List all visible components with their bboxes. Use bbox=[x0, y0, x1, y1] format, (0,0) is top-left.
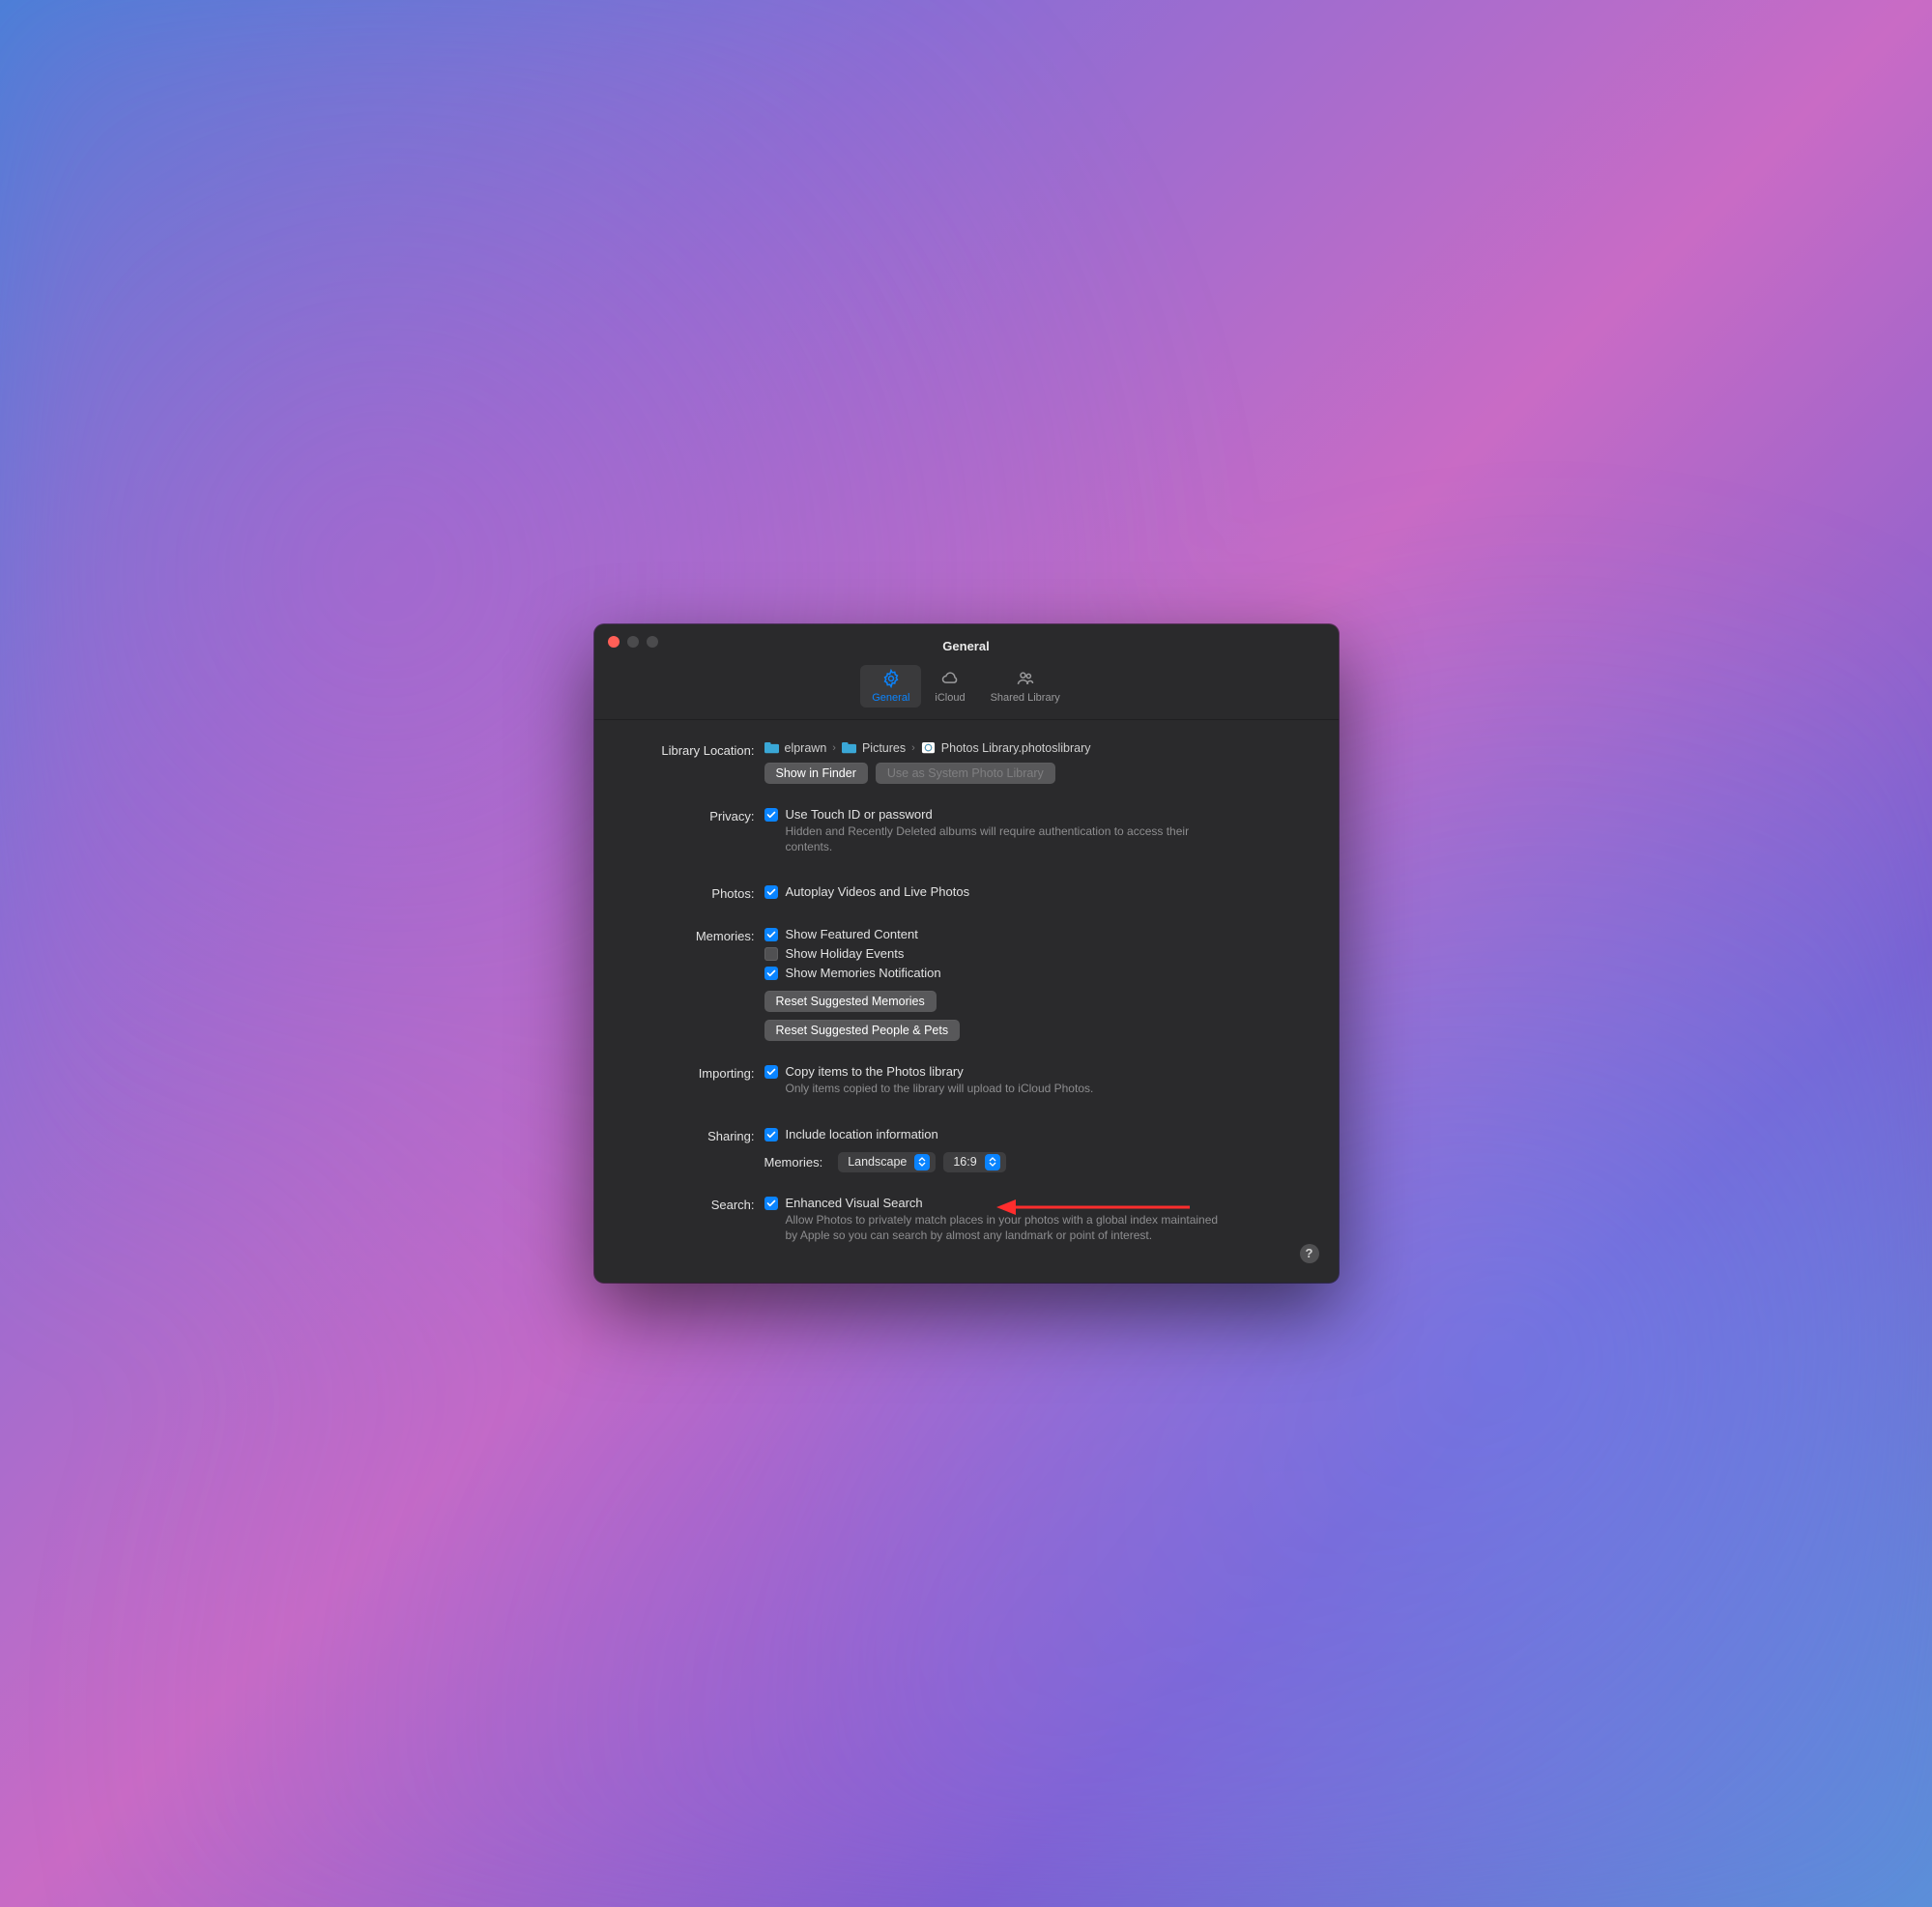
help-button[interactable]: ? bbox=[1300, 1244, 1319, 1263]
crumb-1: Pictures bbox=[862, 741, 906, 755]
holiday-checkbox[interactable] bbox=[764, 947, 778, 961]
holiday-text: Show Holiday Events bbox=[786, 946, 905, 961]
sharing-text: Include location information bbox=[786, 1127, 938, 1141]
people-icon bbox=[1015, 669, 1036, 688]
reset-people-button[interactable]: Reset Suggested People & Pets bbox=[764, 1020, 961, 1041]
notification-text: Show Memories Notification bbox=[786, 966, 941, 980]
show-in-finder-button[interactable]: Show in Finder bbox=[764, 763, 868, 784]
tab-icloud-label: iCloud bbox=[935, 692, 965, 704]
maximize-button[interactable] bbox=[647, 636, 658, 648]
settings-window: General General iCloud Shared Library bbox=[594, 624, 1339, 1283]
tab-general-label: General bbox=[872, 692, 909, 704]
privacy-label: Privacy: bbox=[620, 807, 764, 823]
chevron-right-icon: › bbox=[832, 742, 836, 754]
folder-icon bbox=[842, 742, 856, 755]
orientation-dropdown[interactable]: Landscape bbox=[838, 1152, 936, 1172]
aspect-dropdown[interactable]: 16:9 bbox=[943, 1152, 1005, 1172]
titlebar: General bbox=[594, 624, 1339, 657]
photos-label: Photos: bbox=[620, 884, 764, 901]
importing-desc: Only items copied to the library will up… bbox=[786, 1081, 1094, 1096]
featured-text: Show Featured Content bbox=[786, 927, 918, 941]
importing-label: Importing: bbox=[620, 1064, 764, 1081]
search-text: Enhanced Visual Search bbox=[786, 1196, 1230, 1210]
importing-checkbox[interactable] bbox=[764, 1065, 778, 1079]
minimize-button[interactable] bbox=[627, 636, 639, 648]
autoplay-text: Autoplay Videos and Live Photos bbox=[786, 884, 970, 899]
photos-library-icon bbox=[921, 742, 936, 755]
featured-checkbox[interactable] bbox=[764, 928, 778, 941]
aspect-value: 16:9 bbox=[953, 1155, 976, 1169]
toolbar: General iCloud Shared Library bbox=[594, 657, 1339, 720]
reset-memories-button[interactable]: Reset Suggested Memories bbox=[764, 991, 937, 1012]
search-desc: Allow Photos to privately match places i… bbox=[786, 1212, 1230, 1243]
chevron-updown-icon bbox=[985, 1154, 1000, 1170]
traffic-lights bbox=[608, 636, 658, 648]
tab-shared-library[interactable]: Shared Library bbox=[979, 665, 1072, 708]
gear-icon bbox=[880, 669, 902, 688]
library-location-label: Library Location: bbox=[620, 741, 764, 758]
close-button[interactable] bbox=[608, 636, 620, 648]
search-label: Search: bbox=[620, 1196, 764, 1212]
use-as-system-library-button[interactable]: Use as System Photo Library bbox=[876, 763, 1055, 784]
importing-text: Copy items to the Photos library bbox=[786, 1064, 1094, 1079]
home-folder-icon bbox=[764, 742, 779, 755]
window-title: General bbox=[942, 639, 989, 653]
cloud-icon bbox=[939, 669, 961, 688]
content-area: Library Location: elprawn › Pictures › P… bbox=[594, 720, 1339, 1283]
autoplay-checkbox[interactable] bbox=[764, 885, 778, 899]
orientation-value: Landscape bbox=[848, 1155, 907, 1169]
tab-icloud[interactable]: iCloud bbox=[923, 665, 976, 708]
notification-checkbox[interactable] bbox=[764, 967, 778, 980]
chevron-right-icon: › bbox=[911, 742, 915, 754]
memories-sublabel: Memories: bbox=[764, 1155, 823, 1170]
chevron-updown-icon bbox=[914, 1154, 930, 1170]
search-checkbox[interactable] bbox=[764, 1197, 778, 1210]
tab-general[interactable]: General bbox=[860, 665, 921, 708]
memories-label: Memories: bbox=[620, 927, 764, 943]
tab-shared-label: Shared Library bbox=[991, 692, 1060, 704]
breadcrumb[interactable]: elprawn › Pictures › Photos Library.phot… bbox=[764, 741, 1313, 755]
crumb-0: elprawn bbox=[785, 741, 827, 755]
sharing-checkbox[interactable] bbox=[764, 1128, 778, 1141]
privacy-option-text: Use Touch ID or password bbox=[786, 807, 1230, 822]
privacy-desc: Hidden and Recently Deleted albums will … bbox=[786, 823, 1230, 854]
crumb-2: Photos Library.photoslibrary bbox=[941, 741, 1091, 755]
privacy-checkbox[interactable] bbox=[764, 808, 778, 822]
sharing-label: Sharing: bbox=[620, 1127, 764, 1143]
